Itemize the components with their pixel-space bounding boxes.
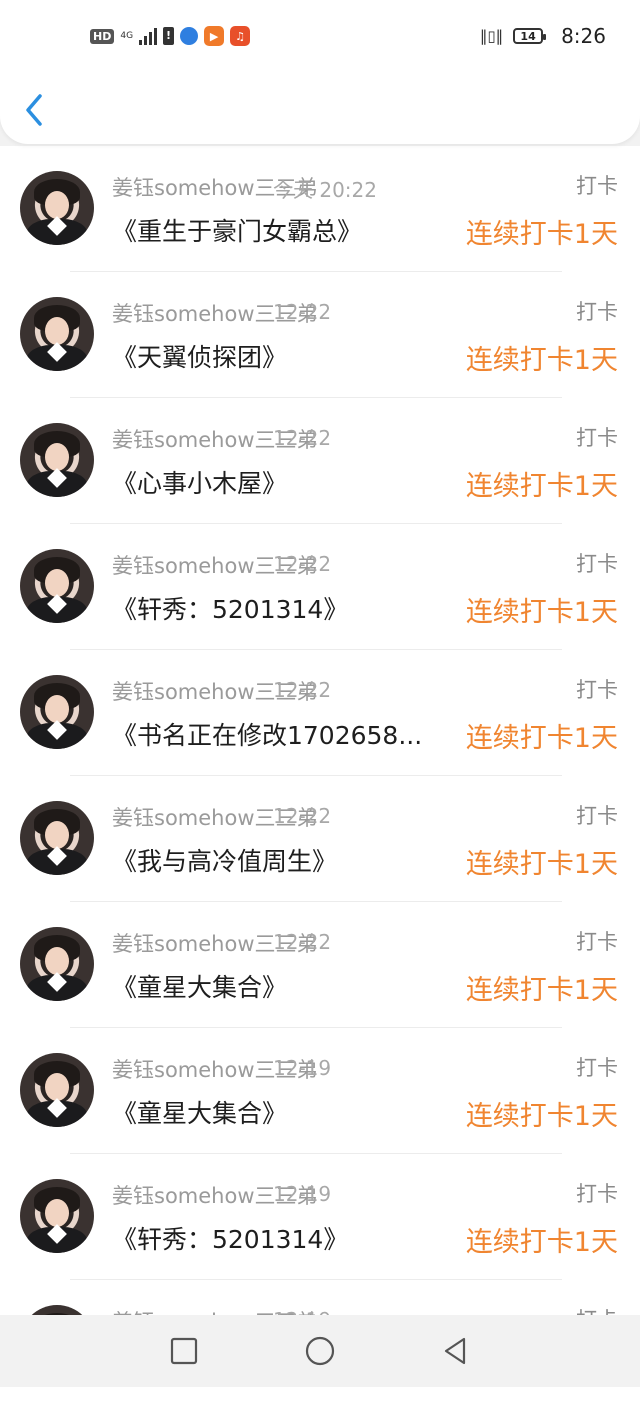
activity-type: 打卡 [576,1182,618,1206]
timestamp: 12-22 [273,300,332,324]
avatar[interactable] [20,675,94,749]
book-title[interactable]: 《我与高冷值周生》 [112,842,448,878]
book-title[interactable]: 《心事小木屋》 [112,464,448,500]
timestamp: 12-22 [273,552,332,576]
list-item[interactable]: 姜钰somehow三三弟 12-19 打卡 《童星大集合》 连续打卡1天 [0,1028,640,1154]
browser-app-icon [180,27,199,45]
activity-type: 打卡 [576,552,618,576]
list-item[interactable]: 姜钰somehow三三弟 今天 20:22 打卡 《重生于豪门女霸总》 连续打卡… [0,146,640,272]
activity-type: 打卡 [576,300,618,324]
book-title[interactable]: 《重生于豪门女霸总》 [112,212,448,248]
home-circle-icon[interactable] [304,1335,336,1367]
list-item[interactable]: 姜钰somehow三三弟 12-22 打卡 《我与高冷值周生》 连续打卡1天 [0,776,640,902]
timestamp: 12-19 [273,1056,332,1080]
avatar[interactable] [20,1179,94,1253]
streak-label: 连续打卡1天 [465,1227,618,1258]
book-title[interactable]: 《童星大集合》 [112,1094,448,1130]
status-clock: 8:26 [561,24,606,48]
signal-icon [139,27,158,45]
music-app-icon: ♫ [230,26,251,46]
video-app-icon: ▶ [204,26,225,46]
status-bar: HD 4G ! ▶ ♫ ‖▯‖ 14 8:26 [0,0,640,72]
avatar[interactable] [20,549,94,623]
system-nav-bar [0,1315,640,1387]
streak-label: 连续打卡1天 [465,597,618,628]
vibrate-icon: ‖▯‖ [479,27,504,45]
sim-alert-icon: ! [163,27,175,45]
book-title[interactable]: 《轩秀：5201314》 [112,590,448,626]
timestamp: 12-22 [273,426,332,450]
timestamp: 12-22 [273,678,332,702]
timestamp: 今天 20:22 [273,178,377,202]
streak-label: 连续打卡1天 [465,1101,618,1132]
streak-label: 连续打卡1天 [465,975,618,1006]
battery-icon: 14 [513,28,547,44]
activity-type: 打卡 [576,678,618,702]
recents-square-icon[interactable] [168,1335,200,1367]
book-title[interactable]: 《天翼侦探团》 [112,338,448,374]
list-item[interactable]: 姜钰somehow三三弟 12-22 打卡 《天翼侦探团》 连续打卡1天 [0,272,640,398]
back-button[interactable] [18,88,54,132]
activity-type: 打卡 [576,174,618,198]
streak-label: 连续打卡1天 [465,849,618,880]
book-title[interactable]: 《轩秀：5201314》 [112,1220,448,1256]
streak-label: 连续打卡1天 [465,219,618,250]
avatar[interactable] [20,1053,94,1127]
top-header: HD 4G ! ▶ ♫ ‖▯‖ 14 8:26 [0,0,640,144]
chevron-left-icon [26,94,42,126]
list-item[interactable]: 姜钰somehow三三弟 12-22 打卡 《书名正在修改1702658... … [0,650,640,776]
avatar[interactable] [20,927,94,1001]
avatar[interactable] [20,171,94,245]
activity-type: 打卡 [576,1056,618,1080]
network-type-label: 4G [120,30,134,41]
activity-type: 打卡 [576,930,618,954]
activity-type: 打卡 [576,426,618,450]
timestamp: 12-19 [273,1182,332,1206]
activity-type: 打卡 [576,804,618,828]
streak-label: 连续打卡1天 [465,471,618,502]
checkin-list: 姜钰somehow三三弟 今天 20:22 打卡 《重生于豪门女霸总》 连续打卡… [0,146,640,1406]
list-item[interactable]: 姜钰somehow三三弟 12-22 打卡 《轩秀：5201314》 连续打卡1… [0,524,640,650]
book-title[interactable]: 《童星大集合》 [112,968,448,1004]
avatar[interactable] [20,297,94,371]
avatar[interactable] [20,423,94,497]
book-title[interactable]: 《书名正在修改1702658... [112,716,448,752]
streak-label: 连续打卡1天 [465,723,618,754]
streak-label: 连续打卡1天 [465,345,618,376]
avatar[interactable] [20,801,94,875]
timestamp: 12-22 [273,804,332,828]
list-item[interactable]: 姜钰somehow三三弟 12-22 打卡 《童星大集合》 连续打卡1天 [0,902,640,1028]
list-item[interactable]: 姜钰somehow三三弟 12-22 打卡 《心事小木屋》 连续打卡1天 [0,398,640,524]
timestamp: 12-22 [273,930,332,954]
back-triangle-icon[interactable] [440,1335,472,1367]
hd-icon: HD [90,28,115,44]
list-item[interactable]: 姜钰somehow三三弟 12-19 打卡 《轩秀：5201314》 连续打卡1… [0,1154,640,1280]
